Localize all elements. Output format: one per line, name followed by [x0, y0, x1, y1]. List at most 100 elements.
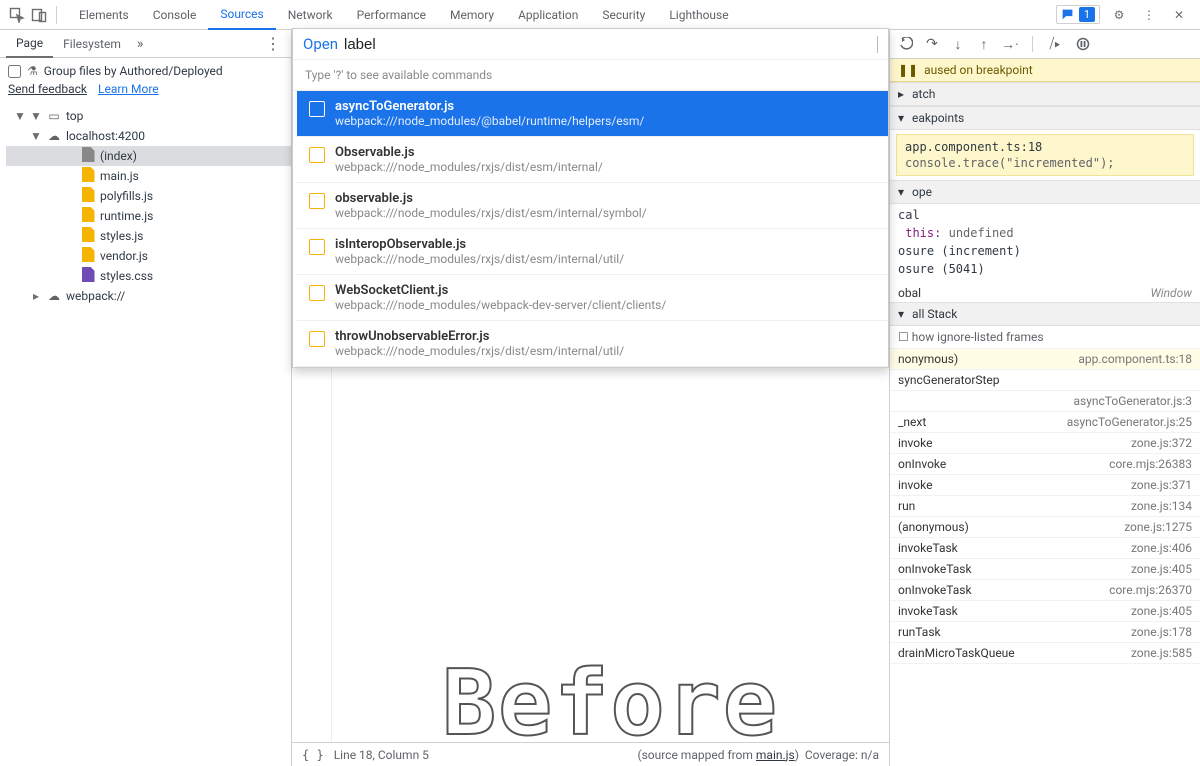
tree-item[interactable]: styles.css: [6, 266, 291, 286]
tab-performance[interactable]: Performance: [345, 0, 438, 30]
stack-frame[interactable]: invokeTaskzone.js:406: [890, 538, 1200, 559]
open-results: asyncToGenerator.jswebpack:///node_modul…: [293, 91, 888, 367]
tab-application[interactable]: Application: [506, 0, 590, 30]
call-stack-section[interactable]: ▾all Stack: [890, 302, 1200, 326]
tree-item[interactable]: styles.js: [6, 226, 291, 246]
call-stack-list: nonymous)app.component.ts:18syncGenerato…: [890, 349, 1200, 664]
navigator-menu-icon[interactable]: ⋮: [261, 34, 285, 53]
breakpoint-code: console.trace("incremented");: [905, 155, 1185, 171]
stack-frame[interactable]: drainMicroTaskQueuezone.js:585: [890, 643, 1200, 664]
pause-icon: ❚❚: [898, 63, 918, 77]
file-icon: [309, 239, 325, 255]
breakpoints-section[interactable]: ▾eakpoints: [890, 106, 1200, 130]
tab-elements[interactable]: Elements: [67, 0, 141, 30]
source-map-link[interactable]: main.js: [756, 748, 795, 762]
tab-sources[interactable]: Sources: [208, 0, 275, 30]
open-result[interactable]: asyncToGenerator.jswebpack:///node_modul…: [297, 91, 888, 137]
group-files-checkbox[interactable]: [8, 65, 21, 78]
deactivate-breakpoints-icon[interactable]: ⧸▸: [1045, 34, 1065, 54]
resume-icon[interactable]: [896, 34, 916, 54]
breakpoint-entry[interactable]: app.component.ts:18 console.trace("incre…: [896, 134, 1194, 176]
open-label: Open: [303, 35, 338, 53]
editor-pane: Open Type '?' to see available commands …: [292, 30, 890, 766]
overlay-label: Before: [442, 696, 779, 712]
coverage-info: Coverage: n/a: [805, 748, 879, 762]
step-icon[interactable]: →·: [1000, 34, 1020, 54]
stack-frame[interactable]: runzone.js:134: [890, 496, 1200, 517]
tab-security[interactable]: Security: [590, 0, 657, 30]
tree-item[interactable]: runtime.js: [6, 206, 291, 226]
tree-item[interactable]: ▼▼▭top: [6, 106, 291, 126]
learn-more-link[interactable]: Learn More: [98, 82, 159, 96]
file-icon: [309, 331, 325, 347]
open-result[interactable]: WebSocketClient.jswebpack:///node_module…: [297, 275, 888, 321]
subtab-page[interactable]: Page: [6, 30, 53, 58]
tree-item[interactable]: vendor.js: [6, 246, 291, 266]
file-tree: ▼▼▭top▼☁localhost:4200(index)main.jspoly…: [0, 104, 291, 306]
inspect-icon[interactable]: [6, 4, 28, 26]
stack-frame[interactable]: invokezone.js:371: [890, 475, 1200, 496]
pretty-print-icon[interactable]: { }: [302, 748, 324, 762]
cursor-position: Line 18, Column 5: [334, 748, 429, 762]
feedback-badge[interactable]: 1: [1056, 5, 1100, 24]
debug-toolbar: ↷ ↓ ↑ →· ⧸▸: [890, 30, 1200, 59]
tree-item[interactable]: polyfills.js: [6, 186, 291, 206]
scope-global[interactable]: obalWindow: [890, 284, 1200, 302]
tree-item[interactable]: main.js: [6, 166, 291, 186]
group-files-row: ⚗ Group files by Authored/Deployed: [0, 58, 291, 80]
tab-network[interactable]: Network: [276, 0, 345, 30]
tree-item[interactable]: ▸☁webpack://: [6, 286, 291, 306]
stack-frame[interactable]: syncGeneratorStep: [890, 370, 1200, 391]
main-tab-bar: ElementsConsoleSourcesNetworkPerformance…: [0, 0, 1200, 30]
file-icon: [309, 193, 325, 209]
stack-frame[interactable]: onInvokeTaskzone.js:405: [890, 559, 1200, 580]
debugger-pane: ↷ ↓ ↑ →· ⧸▸ ❚❚ aused on breakpoint ▸atch…: [890, 30, 1200, 766]
open-result[interactable]: observable.jswebpack:///node_modules/rxj…: [297, 183, 888, 229]
separator: [56, 6, 57, 24]
file-icon: [309, 147, 325, 163]
open-file-popup: Open Type '?' to see available commands …: [292, 28, 889, 368]
scope-section[interactable]: ▾ope: [890, 180, 1200, 204]
watch-section[interactable]: ▸atch: [890, 82, 1200, 106]
experiment-icon: ⚗: [27, 64, 38, 78]
open-hint: Type '?' to see available commands: [293, 60, 888, 91]
scope-body: cal this: undefined osure (increment) os…: [890, 204, 1200, 284]
stack-frame[interactable]: invokeTaskzone.js:405: [890, 601, 1200, 622]
separator: [1032, 36, 1033, 52]
more-icon[interactable]: ⋮: [1138, 4, 1160, 26]
source-map-info: (source mapped from main.js) Coverage: n…: [637, 748, 879, 762]
close-devtools-icon[interactable]: ✕: [1168, 4, 1190, 26]
send-feedback-link[interactable]: Send feedback: [8, 82, 87, 96]
stack-frame[interactable]: _nextasyncToGenerator.js:25: [890, 412, 1200, 433]
tab-lighthouse[interactable]: Lighthouse: [657, 0, 740, 30]
stack-frame[interactable]: (anonymous)zone.js:1275: [890, 517, 1200, 538]
open-file-input[interactable]: [344, 36, 878, 53]
tab-memory[interactable]: Memory: [438, 0, 506, 30]
open-result[interactable]: throwUnobservableError.jswebpack:///node…: [297, 321, 888, 367]
stack-frame[interactable]: asyncToGenerator.js:3: [890, 391, 1200, 412]
navigator-pane: PageFilesystem » ⋮ ⚗ Group files by Auth…: [0, 30, 292, 766]
stack-frame[interactable]: onInvokeTaskcore.mjs:26370: [890, 580, 1200, 601]
group-files-label: Group files by Authored/Deployed: [44, 64, 223, 78]
step-out-icon[interactable]: ↑: [974, 34, 994, 54]
device-toggle-icon[interactable]: [28, 4, 50, 26]
step-over-icon[interactable]: ↷: [922, 34, 942, 54]
stack-frame[interactable]: nonymous)app.component.ts:18: [890, 349, 1200, 370]
subtab-filesystem[interactable]: Filesystem: [53, 30, 131, 58]
tab-console[interactable]: Console: [141, 0, 209, 30]
tree-item[interactable]: ▼☁localhost:4200: [6, 126, 291, 146]
step-into-icon[interactable]: ↓: [948, 34, 968, 54]
open-result[interactable]: Observable.jswebpack:///node_modules/rxj…: [297, 137, 888, 183]
open-result[interactable]: isInteropObservable.jswebpack:///node_mo…: [297, 229, 888, 275]
tree-item[interactable]: (index): [6, 146, 291, 166]
file-icon: [309, 285, 325, 301]
ignore-listed-toggle[interactable]: ☐ how ignore-listed frames: [890, 326, 1200, 349]
pause-exceptions-icon[interactable]: [1073, 34, 1093, 54]
stack-frame[interactable]: runTaskzone.js:178: [890, 622, 1200, 643]
stack-frame[interactable]: invokezone.js:372: [890, 433, 1200, 454]
settings-icon[interactable]: ⚙: [1108, 4, 1130, 26]
stack-frame[interactable]: onInvokecore.mjs:26383: [890, 454, 1200, 475]
feedback-links: Send feedback Learn More: [0, 80, 291, 104]
file-icon: [309, 101, 325, 117]
more-tabs-icon[interactable]: »: [131, 36, 150, 52]
